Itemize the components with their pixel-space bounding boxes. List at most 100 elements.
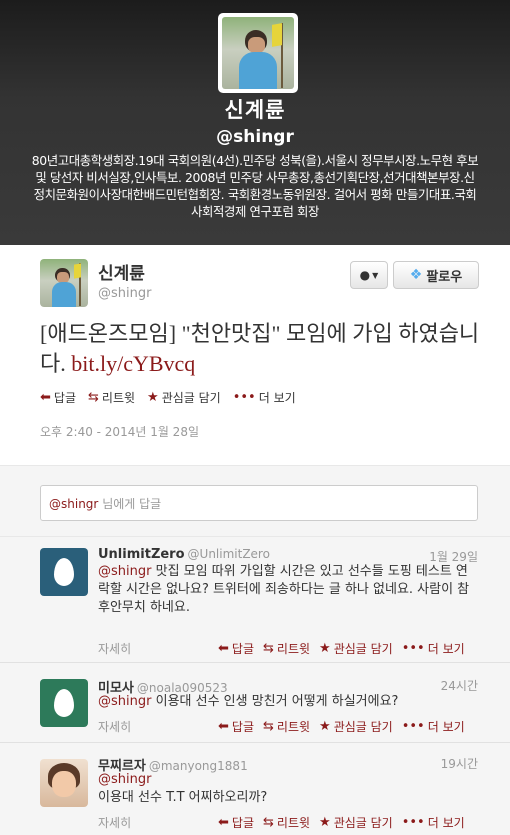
favorite-label: 관심글 담기: [333, 816, 393, 830]
retweet-label: 리트윗: [276, 642, 311, 656]
profile-avatar[interactable]: [218, 13, 298, 93]
reply-label: 답글: [231, 642, 254, 656]
profile-name[interactable]: 신계륜: [0, 94, 510, 124]
more-label: 더 보기: [427, 720, 465, 734]
reply-label: 답글: [231, 816, 254, 830]
retweet-icon: ⇆: [263, 815, 274, 830]
more-dots-icon: •••: [401, 815, 425, 830]
reply-body: 이용대 선수 인생 망친거 어떻게 하실거에요?: [155, 694, 399, 709]
reply-item[interactable]: 무찌르자 @manyong1881 19시간 @shingr 이용대 선수 T.T…: [0, 743, 510, 835]
reply-mention[interactable]: @shingr: [98, 564, 151, 579]
reply-actions: ⬅ 답글 ⇆ 리트윗 ★ 관심글 담기 ••• 더 보기: [218, 640, 474, 657]
avatar-face: [52, 771, 76, 797]
follow-button[interactable]: ❖ 팔로우: [393, 261, 479, 289]
user-icon: ●: [359, 268, 371, 282]
reply-body: 이용대 선수 T.T 어찌하오리까?: [98, 790, 268, 805]
tweet-text: [애드온즈모임] "천안맛집" 모임에 가입 하였습니다. bit.ly/cYB…: [40, 319, 480, 379]
reply-text: @shingr 이용대 선수 T.T 어찌하오리까?: [98, 771, 478, 807]
more-label: 더 보기: [427, 816, 465, 830]
reply-placeholder: 님에게 답글: [102, 497, 162, 511]
author-handle[interactable]: @shingr: [98, 286, 151, 301]
reply-author-name: UnlimitZero: [98, 547, 185, 562]
profile-handle[interactable]: @shingr: [0, 127, 510, 147]
reply-time[interactable]: 24시간: [441, 677, 478, 694]
favorite-button[interactable]: ★ 관심글 담기: [319, 814, 393, 831]
egg-avatar-icon: [54, 558, 74, 586]
favorite-label: 관심글 담기: [161, 391, 221, 405]
tweet-actions: ⬅ 답글 ⇆ 리트윗 ★ 관심글 담기 ••• 더 보기: [40, 389, 308, 406]
reply-icon: ⬅: [218, 719, 229, 734]
user-actions-button[interactable]: ● ▼: [350, 261, 388, 289]
reply-detail-link[interactable]: 자세히: [98, 640, 131, 657]
favorite-label: 관심글 담기: [333, 720, 393, 734]
retweet-label: 리트윗: [101, 391, 136, 405]
star-icon: ★: [319, 719, 331, 734]
star-icon: ★: [319, 815, 331, 830]
reply-avatar[interactable]: [40, 759, 88, 807]
follow-label: 팔로우: [426, 269, 463, 285]
profile-bio: 80년고대총학생회장.19대 국회의원(4선).민주당 성북(을).서울시 정무…: [31, 153, 479, 219]
reply-text: @shingr 이용대 선수 인생 망친거 어떻게 하실거에요?: [98, 693, 478, 711]
retweet-icon: ⇆: [88, 390, 99, 405]
reply-mention[interactable]: @shingr: [98, 694, 151, 709]
retweet-button[interactable]: ⇆ 리트윗: [263, 640, 310, 657]
favorite-button[interactable]: ★ 관심글 담기: [319, 718, 393, 735]
replies-list: UnlimitZero @UnlimitZero 1월 29일 @shingr 맛…: [0, 537, 510, 835]
more-button[interactable]: ••• 더 보기: [402, 640, 465, 657]
retweet-button[interactable]: ⇆ 리트윗: [263, 718, 310, 735]
author-avatar[interactable]: [40, 259, 88, 307]
reply-mention[interactable]: @shingr: [98, 771, 478, 789]
star-icon: ★: [319, 641, 331, 656]
twitter-bird-icon: ❖: [409, 267, 423, 283]
profile-header: 신계륜 @shingr 80년고대총학생회장.19대 국회의원(4선).민주당 …: [0, 0, 510, 245]
retweet-label: 리트윗: [276, 816, 311, 830]
reply-label: 답글: [53, 391, 76, 405]
reply-item[interactable]: 미모사 @noala090523 24시간 @shingr 이용대 선수 인생 망…: [0, 663, 510, 743]
reply-input[interactable]: @shingr 님에게 답글: [40, 485, 478, 521]
retweet-button[interactable]: ⇆ 리트윗: [263, 814, 310, 831]
reply-actions: ⬅ 답글 ⇆ 리트윗 ★ 관심글 담기 ••• 더 보기: [218, 718, 474, 735]
more-button[interactable]: ••• 더 보기: [402, 814, 465, 831]
reply-area: @shingr 님에게 답글: [0, 465, 510, 537]
profile-photo: [222, 17, 294, 89]
egg-avatar-icon: [54, 689, 74, 717]
tweet-timestamp[interactable]: 오후 2:40 - 2014년 1월 28일: [40, 423, 199, 440]
favorite-label: 관심글 담기: [333, 642, 393, 656]
reply-button[interactable]: ⬅ 답글: [218, 640, 254, 657]
reply-author[interactable]: UnlimitZero @UnlimitZero: [98, 547, 270, 562]
caret-down-icon: ▼: [372, 270, 379, 280]
retweet-icon: ⇆: [263, 641, 274, 656]
author-photo: [40, 259, 88, 307]
reply-avatar[interactable]: [40, 548, 88, 596]
reply-button[interactable]: ⬅ 답글: [218, 814, 254, 831]
more-dots-icon: •••: [401, 719, 425, 734]
retweet-button[interactable]: ⇆ 리트윗: [88, 389, 135, 406]
reply-detail-link[interactable]: 자세히: [98, 718, 131, 735]
retweet-label: 리트윗: [276, 720, 311, 734]
reply-time[interactable]: 19시간: [441, 755, 478, 772]
reply-detail-link[interactable]: 자세히: [98, 814, 131, 831]
more-dots-icon: •••: [232, 390, 256, 405]
retweet-icon: ⇆: [263, 719, 274, 734]
reply-body: 맛집 모임 따위 가입할 시간은 있고 선수들 도핑 테스트 연락할 시간은 없…: [98, 564, 470, 615]
reply-button[interactable]: ⬅ 답글: [40, 389, 76, 406]
reply-icon: ⬅: [218, 641, 229, 656]
favorite-button[interactable]: ★ 관심글 담기: [147, 389, 221, 406]
more-button[interactable]: ••• 더 보기: [233, 389, 296, 406]
reply-author-handle: @UnlimitZero: [187, 547, 270, 561]
reply-mention: @shingr: [49, 497, 99, 511]
reply-button[interactable]: ⬅ 답글: [218, 718, 254, 735]
more-label: 더 보기: [258, 391, 296, 405]
star-icon: ★: [147, 390, 159, 405]
more-label: 더 보기: [427, 642, 465, 656]
author-name[interactable]: 신계륜: [98, 259, 145, 284]
reply-text: @shingr 맛집 모임 따위 가입할 시간은 있고 선수들 도핑 테스트 연…: [98, 563, 478, 617]
reply-item[interactable]: UnlimitZero @UnlimitZero 1월 29일 @shingr 맛…: [0, 537, 510, 663]
more-button[interactable]: ••• 더 보기: [402, 718, 465, 735]
reply-avatar[interactable]: [40, 679, 88, 727]
favorite-button[interactable]: ★ 관심글 담기: [319, 640, 393, 657]
tweet-link[interactable]: bit.ly/cYBvcq: [71, 351, 195, 376]
reply-icon: ⬅: [40, 390, 51, 405]
more-dots-icon: •••: [401, 641, 425, 656]
reply-label: 답글: [231, 720, 254, 734]
